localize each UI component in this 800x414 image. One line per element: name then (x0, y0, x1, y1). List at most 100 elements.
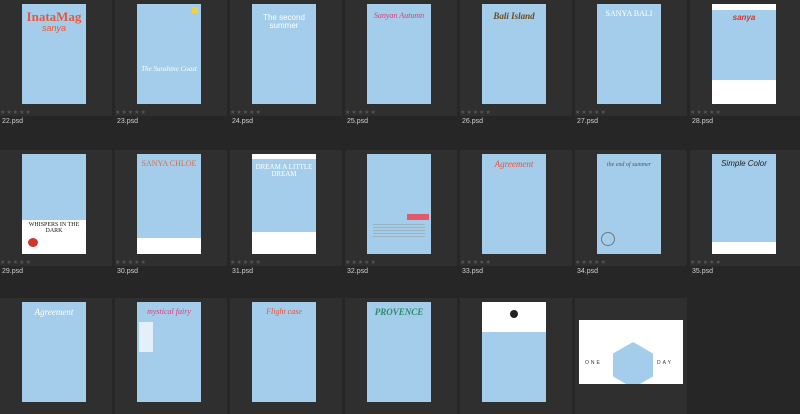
thumb-title: DREAM A LITTLE DREAM (255, 163, 313, 178)
thumb-title: SANYA CHLOE (141, 159, 197, 168)
thumbnail-frame[interactable]: Agreement (0, 298, 112, 414)
file-name[interactable]: 31.psd (232, 268, 253, 276)
thumbnail-preview: Agreement (22, 302, 86, 402)
thumb-title: PROVENCE (374, 307, 424, 317)
rating-stars[interactable]: ★★★★★ (0, 260, 32, 266)
thumbnail-preview: SANYA BALI (597, 4, 661, 104)
file-name[interactable]: 26.psd (462, 118, 483, 126)
thumb-title: SANYA BALI (605, 9, 653, 18)
thumbnail-frame[interactable]: The second summer (230, 0, 342, 116)
thumbnail-frame[interactable]: mystical fairy (115, 298, 227, 414)
thumb-title: WHISPERS IN THE DARK (28, 222, 80, 234)
thumbnail-preview: PROVENCE (367, 302, 431, 402)
file-name[interactable]: 30.psd (117, 268, 138, 276)
thumb-title: Flight case (266, 307, 302, 316)
file-name[interactable]: 34.psd (577, 268, 598, 276)
ribbon-shape (407, 214, 429, 220)
thumbnail-frame[interactable]: the end of summer (575, 150, 687, 266)
hexagon-shape (613, 342, 653, 384)
rating-stars[interactable]: ★★★★★ (575, 260, 607, 266)
thumbnail-preview: Agreement (482, 154, 546, 254)
rating-stars[interactable]: ★★★★★ (690, 110, 722, 116)
thumbnail-preview: the end of summer (597, 154, 661, 254)
thumb-title: mystical fairy (147, 307, 191, 316)
rating-stars[interactable]: ★★★★★ (0, 110, 32, 116)
thumb-title: Simple Color (721, 159, 767, 168)
thumbnail-preview: SANYA CHLOE (137, 154, 201, 254)
rating-stars[interactable]: ★★★★★ (230, 260, 262, 266)
thumbnail-preview: The Sunshine Coast (137, 4, 201, 104)
thumbnail-frame[interactable]: The Sunshine Coast (115, 0, 227, 116)
stamp-icon (601, 232, 615, 246)
thumb-title: the end of summer (606, 162, 652, 168)
file-name[interactable]: 35.psd (692, 268, 713, 276)
badge-icon (192, 7, 198, 13)
text-lines (373, 224, 425, 239)
thumb-title: Sanyan Autumn (373, 11, 425, 20)
thumbnail-frame[interactable]: sanya (690, 0, 800, 116)
thumbnail-frame[interactable]: Simple Color (690, 150, 800, 266)
rating-stars[interactable]: ★★★★★ (460, 260, 492, 266)
thumbnail-preview: DREAM A LITTLE DREAM (252, 154, 316, 254)
thumbnail-frame[interactable]: Sanyan Autumn (345, 0, 457, 116)
thumb-title: The Sunshine Coast (141, 65, 197, 73)
thumbnail-frame[interactable]: SANYA BALI (575, 0, 687, 116)
thumbnail-preview: The second summer (252, 4, 316, 104)
thumbnail-preview: sanya (712, 4, 776, 104)
thumbnail-preview: Bali Island (482, 4, 546, 104)
thumbnail-preview: Flight case (252, 302, 316, 402)
footer-band (137, 238, 201, 254)
rating-stars[interactable]: ★★★★★ (230, 110, 262, 116)
thumb-subtitle: sanya (41, 23, 67, 33)
thumbnail-frame[interactable]: Agreement (460, 150, 572, 266)
footer-band (712, 242, 776, 254)
file-name[interactable]: 28.psd (692, 118, 713, 126)
thumbnail-preview: InataMag sanya (22, 4, 86, 104)
thumbnail-frame[interactable]: Bali Island (460, 0, 572, 116)
rating-stars[interactable]: ★★★★★ (345, 110, 377, 116)
file-thumbnail-grid: InataMag sanya ★★★★★ 22.psd The Sunshine… (0, 0, 800, 414)
file-name[interactable]: 29.psd (2, 268, 23, 276)
rating-stars[interactable]: ★★★★★ (345, 260, 377, 266)
header-band (252, 154, 316, 159)
thumbnail-frame[interactable] (345, 150, 457, 266)
rating-stars[interactable]: ★★★★★ (690, 260, 722, 266)
thumbnail-preview: ONE DAY (579, 320, 683, 384)
thumb-title: ONE (585, 360, 602, 366)
thumbnail-frame[interactable]: DREAM A LITTLE DREAM (230, 150, 342, 266)
thumbnail-frame[interactable]: InataMag sanya (0, 0, 112, 116)
file-name[interactable]: 24.psd (232, 118, 253, 126)
rating-stars[interactable]: ★★★★★ (115, 260, 147, 266)
thumb-subtitle: DAY (657, 360, 673, 366)
thumbnail-preview (367, 154, 431, 254)
thumbnail-frame[interactable]: ONE DAY (575, 298, 687, 414)
file-name[interactable]: 25.psd (347, 118, 368, 126)
rating-stars[interactable]: ★★★★★ (460, 110, 492, 116)
file-name[interactable]: 23.psd (117, 118, 138, 126)
file-name[interactable]: 33.psd (462, 268, 483, 276)
logo-icon (510, 310, 518, 318)
thumb-title: sanya (732, 13, 756, 22)
file-name[interactable]: 32.psd (347, 268, 368, 276)
thumb-title: InataMag (26, 9, 82, 24)
thumb-title: Agreement (494, 159, 534, 169)
header-band (712, 4, 776, 10)
footer-band (252, 232, 316, 254)
thumbnail-preview: Simple Color (712, 154, 776, 254)
thumb-title: The second summer (263, 13, 305, 30)
file-name[interactable]: 22.psd (2, 118, 23, 126)
thumbnail-preview: WHISPERS IN THE DARK (22, 154, 86, 254)
thumbnail-frame[interactable]: WHISPERS IN THE DARK (0, 150, 112, 266)
thumbnail-frame[interactable] (460, 298, 572, 414)
footer-band (712, 80, 776, 104)
thumb-title: Agreement (34, 307, 74, 317)
rating-stars[interactable]: ★★★★★ (115, 110, 147, 116)
heart-icon (28, 238, 38, 247)
thumbnail-frame[interactable]: SANYA CHLOE (115, 150, 227, 266)
file-name[interactable]: 27.psd (577, 118, 598, 126)
rating-stars[interactable]: ★★★★★ (575, 110, 607, 116)
thumbnail-frame[interactable]: Flight case (230, 298, 342, 414)
thumbnail-preview (482, 302, 546, 402)
thumbnail-frame[interactable]: PROVENCE (345, 298, 457, 414)
thumbnail-preview: mystical fairy (137, 302, 201, 402)
